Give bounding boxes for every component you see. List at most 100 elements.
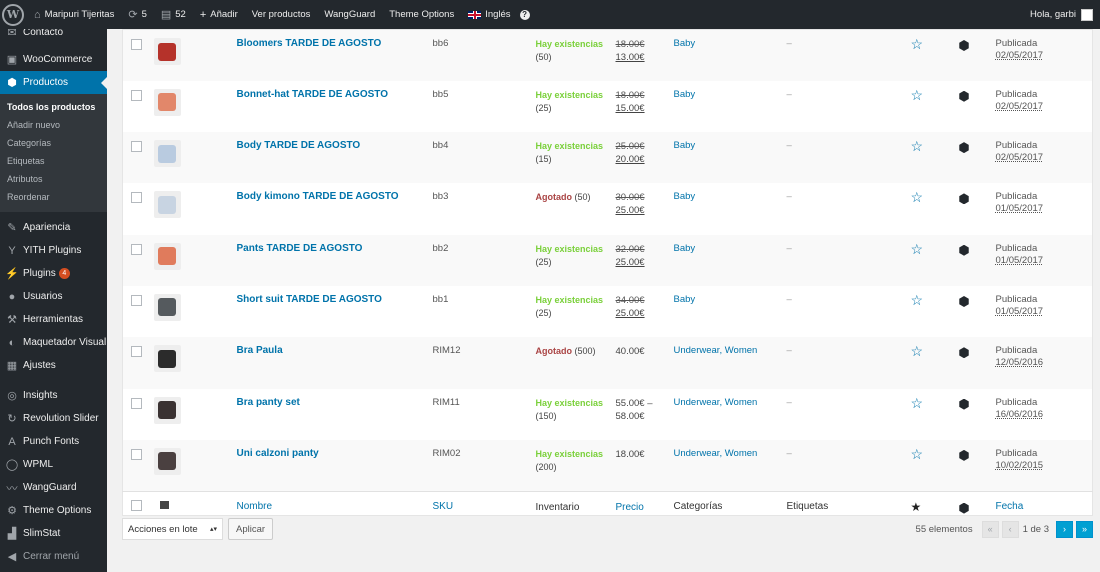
language-switcher[interactable]: Inglés <box>461 0 517 29</box>
sidebar-item-maquetador[interactable]: ◐ Maquetador Visual <box>0 331 107 354</box>
add-new-label: Añadir <box>210 9 238 20</box>
product-name-link[interactable]: Bra Paula <box>237 345 283 356</box>
product-name-link[interactable]: Bra panty set <box>237 397 300 408</box>
sidebar-item-yith[interactable]: Y YITH Plugins <box>0 239 107 262</box>
view-products-link[interactable]: Ver productos <box>245 0 318 29</box>
sidebar-item-usuarios[interactable]: ● Usuarios <box>0 285 107 308</box>
bulk-actions-select[interactable]: Acciones en lote ▴▾ <box>122 518 223 540</box>
product-name-link[interactable]: Bloomers TARDE DE AGOSTO <box>237 38 382 49</box>
comment-icon: ▤ <box>160 9 172 21</box>
product-thumbnail[interactable] <box>153 396 181 424</box>
next-page-button[interactable]: › <box>1056 520 1073 538</box>
featured-star-icon[interactable]: ☆ <box>911 241 924 257</box>
category-link[interactable]: Women <box>725 397 758 408</box>
submenu-atributos[interactable]: Atributos <box>0 170 107 188</box>
category-link[interactable]: Women <box>725 345 758 356</box>
type-column-icon[interactable] <box>959 502 969 514</box>
sidebar-item-punch-fonts[interactable]: A Punch Fonts <box>0 430 107 453</box>
featured-star-icon[interactable]: ☆ <box>911 395 924 411</box>
wangguard-link[interactable]: WangGuard <box>317 0 382 29</box>
product-name-link[interactable]: Short suit TARDE DE AGOSTO <box>237 294 382 305</box>
collapse-menu-button[interactable]: ◀ Cerrar menú <box>0 545 107 568</box>
sidebar-item-contacto[interactable]: ✉ Contacto <box>0 29 107 44</box>
featured-star-icon[interactable]: ☆ <box>911 343 924 359</box>
submenu-reordenar[interactable]: Reordenar <box>0 188 107 206</box>
category-link[interactable]: Baby <box>674 38 696 49</box>
product-name-link[interactable]: Uni calzoni panty <box>237 448 319 459</box>
product-name-link[interactable]: Body kimono TARDE DE AGOSTO <box>237 191 399 202</box>
sidebar-item-wangguard[interactable]: 〰 WangGuard <box>0 476 107 499</box>
product-name-link[interactable]: Bonnet-hat TARDE DE AGOSTO <box>237 89 388 100</box>
sort-by-date[interactable]: Fecha <box>996 501 1024 512</box>
comments-link[interactable]: ▤ 52 <box>154 0 193 29</box>
row-checkbox[interactable] <box>131 89 142 101</box>
submenu-categorias[interactable]: Categorías <box>0 134 107 152</box>
sidebar-item-label: Productos <box>23 77 69 88</box>
sidebar-item-insights[interactable]: ◎ Insights <box>0 384 107 407</box>
featured-star-icon[interactable]: ☆ <box>911 292 924 308</box>
help-icon[interactable]: ? <box>519 9 530 20</box>
product-thumbnail[interactable] <box>153 38 181 65</box>
sidebar-item-revolution[interactable]: ↻ Revolution Slider <box>0 407 107 430</box>
add-new-link[interactable]: + Añadir <box>193 0 245 29</box>
sidebar-item-theme-options[interactable]: ⚙ Theme Options <box>0 499 107 522</box>
category-link[interactable]: Women <box>725 448 758 459</box>
sidebar-item-ajustes[interactable]: ▦ Ajustes <box>0 354 107 377</box>
site-name-link[interactable]: ⌂ Maripuri Tijeritas <box>27 0 121 29</box>
product-thumbnail[interactable] <box>153 447 181 475</box>
sidebar-item-slimstat[interactable]: ▟ SlimStat <box>0 522 107 545</box>
featured-star-icon[interactable]: ☆ <box>911 87 924 103</box>
row-checkbox[interactable] <box>131 448 142 460</box>
product-thumbnail[interactable] <box>153 242 181 270</box>
row-checkbox[interactable] <box>131 397 142 409</box>
select-all-checkbox[interactable] <box>131 499 142 511</box>
category-link[interactable]: Underwear <box>674 345 720 356</box>
sidebar-item-productos[interactable]: ⬢ Productos <box>0 71 107 94</box>
featured-star-icon[interactable]: ☆ <box>911 36 924 52</box>
product-thumbnail[interactable] <box>153 293 181 321</box>
first-page-button[interactable]: « <box>981 520 999 538</box>
submenu-anadir-nuevo[interactable]: Añadir nuevo <box>0 116 107 134</box>
featured-star-icon[interactable]: ☆ <box>911 189 924 205</box>
category-link[interactable]: Underwear <box>674 448 720 459</box>
theme-options-link[interactable]: Theme Options <box>382 0 461 29</box>
row-checkbox[interactable] <box>131 346 142 358</box>
row-checkbox[interactable] <box>131 192 142 204</box>
sidebar-item-woocommerce[interactable]: ▣ WooCommerce <box>0 48 107 71</box>
product-thumbnail[interactable] <box>153 140 181 168</box>
prev-page-button[interactable]: ‹ <box>1001 520 1019 538</box>
row-checkbox[interactable] <box>131 294 142 306</box>
last-page-button[interactable]: » <box>1076 520 1093 538</box>
featured-column-star-icon[interactable]: ★ <box>911 500 922 514</box>
row-checkbox[interactable] <box>131 141 142 153</box>
wordpress-logo-icon[interactable]: W <box>2 3 24 26</box>
product-name-link[interactable]: Body TARDE DE AGOSTO <box>237 140 361 151</box>
sidebar-item-herramientas[interactable]: ⚒ Herramientas <box>0 308 107 331</box>
row-checkbox[interactable] <box>131 39 142 50</box>
sort-by-name[interactable]: Nombre <box>237 501 273 512</box>
featured-star-icon[interactable]: ☆ <box>911 446 924 462</box>
stock-qty: (50) <box>535 52 552 62</box>
updates-link[interactable]: ⟳ 5 <box>121 0 154 29</box>
category-link[interactable]: Baby <box>674 294 696 305</box>
sidebar-item-apariencia[interactable]: ✎ Apariencia <box>0 216 107 239</box>
product-thumbnail[interactable] <box>153 345 181 373</box>
product-thumbnail[interactable] <box>153 191 181 219</box>
submenu-todos-productos[interactable]: Todos los productos <box>0 98 107 116</box>
product-thumbnail[interactable] <box>153 88 181 116</box>
category-link[interactable]: Baby <box>674 140 696 151</box>
sort-by-price[interactable]: Precio <box>616 502 644 513</box>
apply-button[interactable]: Aplicar <box>228 518 274 540</box>
category-link[interactable]: Baby <box>674 191 696 202</box>
user-account-link[interactable]: Hola, garbi <box>1023 0 1100 29</box>
submenu-etiquetas[interactable]: Etiquetas <box>0 152 107 170</box>
sort-by-sku[interactable]: SKU <box>433 501 454 512</box>
category-link[interactable]: Underwear <box>674 397 720 408</box>
category-link[interactable]: Baby <box>674 243 696 254</box>
featured-star-icon[interactable]: ☆ <box>911 138 924 154</box>
row-checkbox[interactable] <box>131 243 142 255</box>
sidebar-item-plugins[interactable]: ⚡ Plugins 4 <box>0 262 107 285</box>
product-name-link[interactable]: Pants TARDE DE AGOSTO <box>237 243 363 254</box>
category-link[interactable]: Baby <box>674 89 696 100</box>
sidebar-item-wpml[interactable]: ◯ WPML <box>0 453 107 476</box>
